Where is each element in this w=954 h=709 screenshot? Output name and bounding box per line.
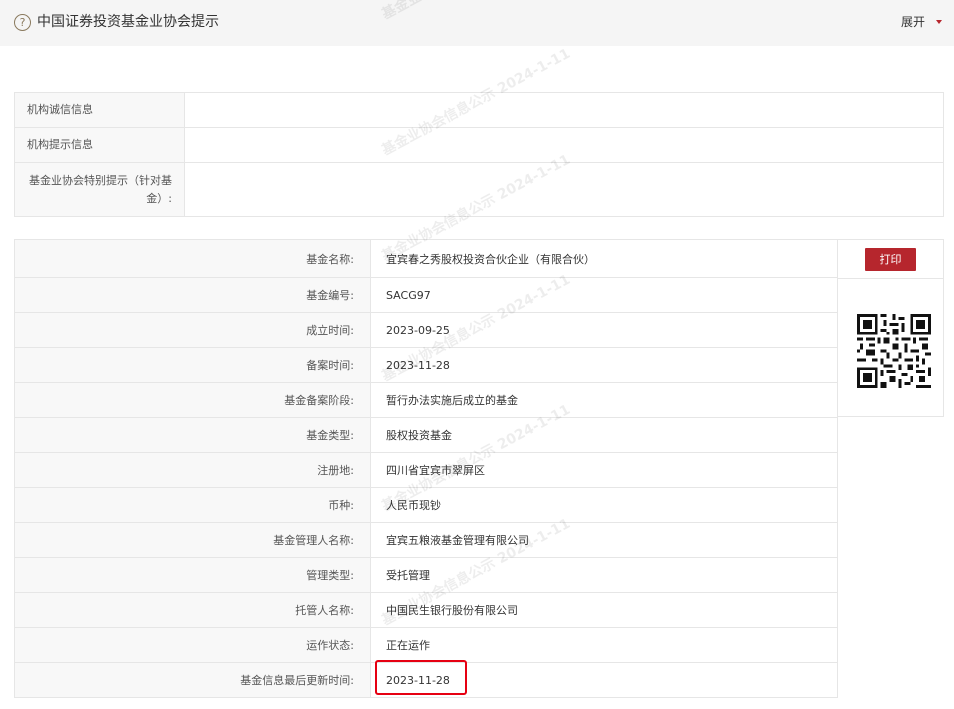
fund-type-value: 股权投资基金 <box>370 417 838 453</box>
fund-code-value: SACG97 <box>370 277 838 313</box>
operation-status-value: 正在运作 <box>370 627 838 663</box>
filing-stage-value: 暂行办法实施后成立的基金 <box>370 382 838 418</box>
operation-status-label: 运作状态: <box>14 627 371 663</box>
print-button[interactable]: 打印 <box>865 248 916 271</box>
currency-label: 币种: <box>14 487 371 523</box>
custodian-name-label: 托管人名称: <box>14 592 371 628</box>
established-date-label: 成立时间: <box>14 312 371 348</box>
registered-address-label: 注册地: <box>14 452 371 488</box>
fund-name-label: 基金名称: <box>14 239 371 278</box>
fund-type-label: 基金类型: <box>14 417 371 453</box>
institution-integrity-label: 机构诚信信息 <box>14 92 185 128</box>
table-row: 托管人名称: 中国民生银行股份有限公司 <box>14 592 838 628</box>
special-notice-label: 基金业协会特别提示（针对基金）: <box>14 162 185 217</box>
registered-address-value: 四川省宜宾市翠屏区 <box>370 452 838 488</box>
filing-date-label: 备案时间: <box>14 347 371 383</box>
institution-notice-value <box>184 127 944 163</box>
table-row: 管理类型: 受托管理 <box>14 557 838 593</box>
table-row: 币种: 人民币现钞 <box>14 487 838 523</box>
table-row: 基金编号: SACG97 <box>14 277 838 313</box>
side-panel: 打印 <box>837 239 944 417</box>
last-update-value: 2023-11-28 <box>370 662 838 698</box>
management-type-value: 受托管理 <box>370 557 838 593</box>
currency-value: 人民币现钞 <box>370 487 838 523</box>
table-row: 基金备案阶段: 暂行办法实施后成立的基金 <box>14 382 838 418</box>
table-row: 成立时间: 2023-09-25 <box>14 312 838 348</box>
table-row: 基金信息最后更新时间: 2023-11-28 <box>14 662 838 698</box>
fund-name-value: 宜宾春之秀股权投资合伙企业（有限合伙） <box>370 239 838 278</box>
manager-name-value: 宜宾五粮液基金管理有限公司 <box>370 522 838 558</box>
table-row: 备案时间: 2023-11-28 <box>14 347 838 383</box>
help-icon: ? <box>14 14 31 31</box>
table-row: 基金类型: 股权投资基金 <box>14 417 838 453</box>
divider <box>838 278 943 279</box>
filing-date-value: 2023-11-28 <box>370 347 838 383</box>
filing-stage-label: 基金备案阶段: <box>14 382 371 418</box>
institution-integrity-value <box>184 92 944 128</box>
custodian-name-value: 中国民生银行股份有限公司 <box>370 592 838 628</box>
caret-down-icon[interactable] <box>936 20 942 24</box>
fund-info-table: 基金名称: 宜宾春之秀股权投资合伙企业（有限合伙） 基金编号: SACG97 成立时… <box>14 239 838 698</box>
table-row: 运作状态: 正在运作 <box>14 627 838 663</box>
management-type-label: 管理类型: <box>14 557 371 593</box>
table-row: 机构提示信息 <box>14 127 944 163</box>
manager-name-label: 基金管理人名称: <box>14 522 371 558</box>
table-row: 机构诚信信息 <box>14 92 944 128</box>
table-row: 基金名称: 宜宾春之秀股权投资合伙企业（有限合伙） <box>14 239 838 278</box>
table-row: 基金管理人名称: 宜宾五粮液基金管理有限公司 <box>14 522 838 558</box>
special-notice-value <box>184 162 944 217</box>
fund-code-label: 基金编号: <box>14 277 371 313</box>
last-update-label: 基金信息最后更新时间: <box>14 662 371 698</box>
qr-code-icon <box>857 314 931 388</box>
established-date-value: 2023-09-25 <box>370 312 838 348</box>
notice-title: 中国证券投资基金业协会提示 <box>37 14 219 30</box>
notice-header: ? 中国证券投资基金业协会提示 展开 <box>0 0 954 46</box>
table-row: 注册地: 四川省宜宾市翠屏区 <box>14 452 838 488</box>
institution-info-table: 机构诚信信息 机构提示信息 基金业协会特别提示（针对基金）: <box>14 92 944 217</box>
expand-link[interactable]: 展开 <box>901 14 925 30</box>
institution-notice-label: 机构提示信息 <box>14 127 185 163</box>
table-row: 基金业协会特别提示（针对基金）: <box>14 162 944 217</box>
